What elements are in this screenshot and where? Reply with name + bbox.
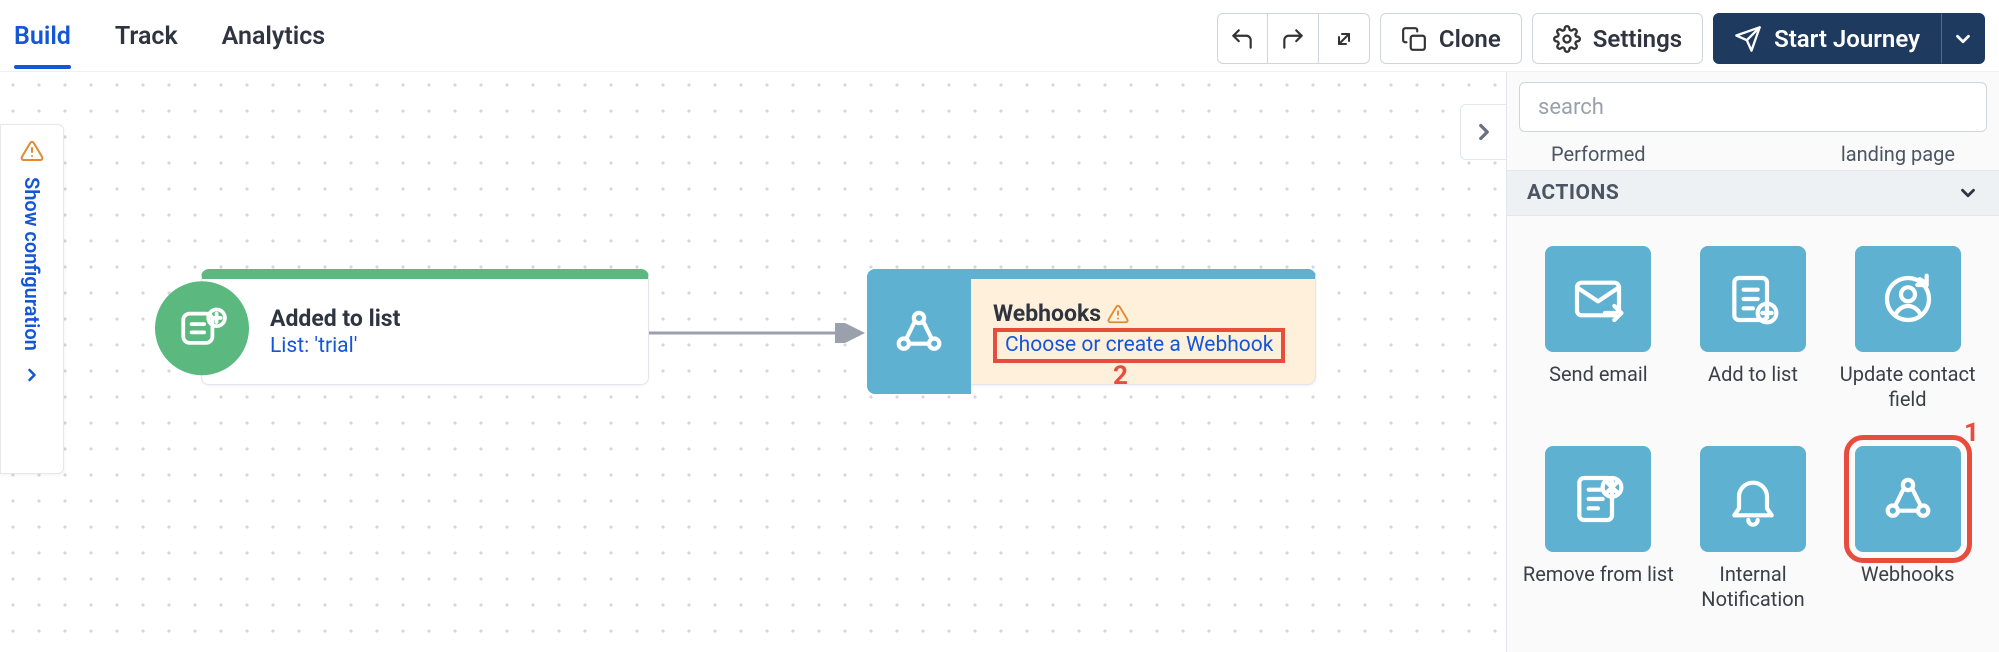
gear-icon	[1553, 25, 1581, 53]
send-icon	[1734, 25, 1762, 53]
redo-icon	[1280, 26, 1306, 52]
trigger-subtitle: List: 'trial'	[270, 334, 400, 358]
fullscreen-button[interactable]	[1319, 13, 1370, 64]
start-label: Start Journey	[1774, 25, 1920, 53]
tile-label: Remove from list	[1523, 562, 1674, 587]
partial-previous-section: Performed landing page	[1507, 142, 1999, 170]
webhook-icon	[1880, 471, 1936, 527]
top-bar: Build Track Analytics Clone Settings	[0, 0, 1999, 72]
tab-track[interactable]: Track	[115, 8, 178, 69]
list-remove-icon	[1570, 471, 1626, 527]
start-journey-dropdown[interactable]	[1941, 13, 1985, 64]
tile-label: Internal Notification	[1676, 562, 1831, 612]
mail-send-icon	[1570, 271, 1626, 327]
list-add-icon	[1725, 271, 1781, 327]
annotation-2: 2	[1113, 361, 1128, 391]
warning-icon	[20, 139, 44, 163]
tile-add-to-list[interactable]: Add to list	[1676, 246, 1831, 412]
tile-webhooks[interactable]: 1 Webhooks	[1830, 446, 1985, 612]
partial-right: landing page	[1841, 142, 1955, 166]
clone-button[interactable]: Clone	[1380, 13, 1522, 64]
contact-update-icon	[1880, 271, 1936, 327]
tab-build[interactable]: Build	[14, 8, 71, 69]
tile-label: Update contact field	[1830, 362, 1985, 412]
trigger-icon	[155, 281, 249, 375]
chevron-right-icon	[1471, 119, 1497, 145]
undo-icon	[1229, 26, 1255, 52]
actions-palette: Performed landing page ACTIONS Send emai…	[1506, 72, 1999, 652]
choose-webhook-link[interactable]: Choose or create a Webhook	[1005, 333, 1273, 357]
expand-icon	[1332, 27, 1356, 51]
palette-collapse-handle[interactable]	[1460, 104, 1506, 160]
tile-label: Send email	[1549, 362, 1648, 387]
redo-button[interactable]	[1268, 13, 1319, 64]
action-link-highlight: Choose or create a Webhook	[993, 328, 1285, 363]
connector-arrow	[649, 323, 869, 343]
undo-button[interactable]	[1217, 13, 1268, 64]
tile-label: Webhooks	[1861, 562, 1955, 587]
trigger-node-added-to-list[interactable]: Added to list List: 'trial'	[201, 269, 649, 385]
canvas[interactable]: Show configuration Added to list List: '…	[0, 72, 1506, 652]
bell-icon	[1725, 471, 1781, 527]
settings-button[interactable]: Settings	[1532, 13, 1703, 64]
actions-grid: Send email Add to list Update contact fi…	[1507, 216, 1999, 652]
show-config-label: Show configuration	[20, 177, 44, 351]
tile-label: Add to list	[1708, 362, 1798, 387]
chevron-down-icon	[1952, 28, 1974, 50]
main-tabs: Build Track Analytics	[14, 8, 325, 69]
start-split: Start Journey	[1713, 13, 1985, 64]
section-actions-header[interactable]: ACTIONS	[1507, 170, 1999, 216]
section-title: ACTIONS	[1527, 181, 1619, 205]
show-configuration-toggle[interactable]: Show configuration	[0, 124, 64, 474]
webhook-node-icon	[867, 269, 971, 394]
action-title: Webhooks	[993, 300, 1101, 327]
app-root: Build Track Analytics Clone Settings	[0, 0, 1999, 652]
copy-icon	[1401, 26, 1427, 52]
search-wrap	[1507, 72, 1999, 142]
annotation-1: 1	[1964, 418, 1979, 448]
start-journey-button[interactable]: Start Journey	[1713, 13, 1941, 64]
tile-internal-notification[interactable]: Internal Notification	[1676, 446, 1831, 612]
workspace: Show configuration Added to list List: '…	[0, 72, 1999, 652]
tile-send-email[interactable]: Send email	[1521, 246, 1676, 412]
partial-left: Performed	[1551, 142, 1646, 166]
tab-analytics[interactable]: Analytics	[222, 8, 325, 69]
warning-icon	[1107, 303, 1129, 325]
chevron-right-icon	[22, 365, 42, 385]
clone-label: Clone	[1439, 25, 1501, 53]
search-input[interactable]	[1519, 82, 1987, 132]
toolbar: Clone Settings Start Journey	[1217, 13, 1985, 64]
chevron-down-icon	[1957, 182, 1979, 204]
action-node-webhooks[interactable]: Webhooks Choose or create a Webhook	[868, 269, 1316, 385]
tile-update-contact[interactable]: Update contact field	[1830, 246, 1985, 412]
tile-remove-from-list[interactable]: Remove from list	[1521, 446, 1676, 612]
action-title-row: Webhooks	[993, 300, 1291, 327]
trigger-title: Added to list	[270, 305, 400, 332]
settings-label: Settings	[1593, 25, 1682, 53]
